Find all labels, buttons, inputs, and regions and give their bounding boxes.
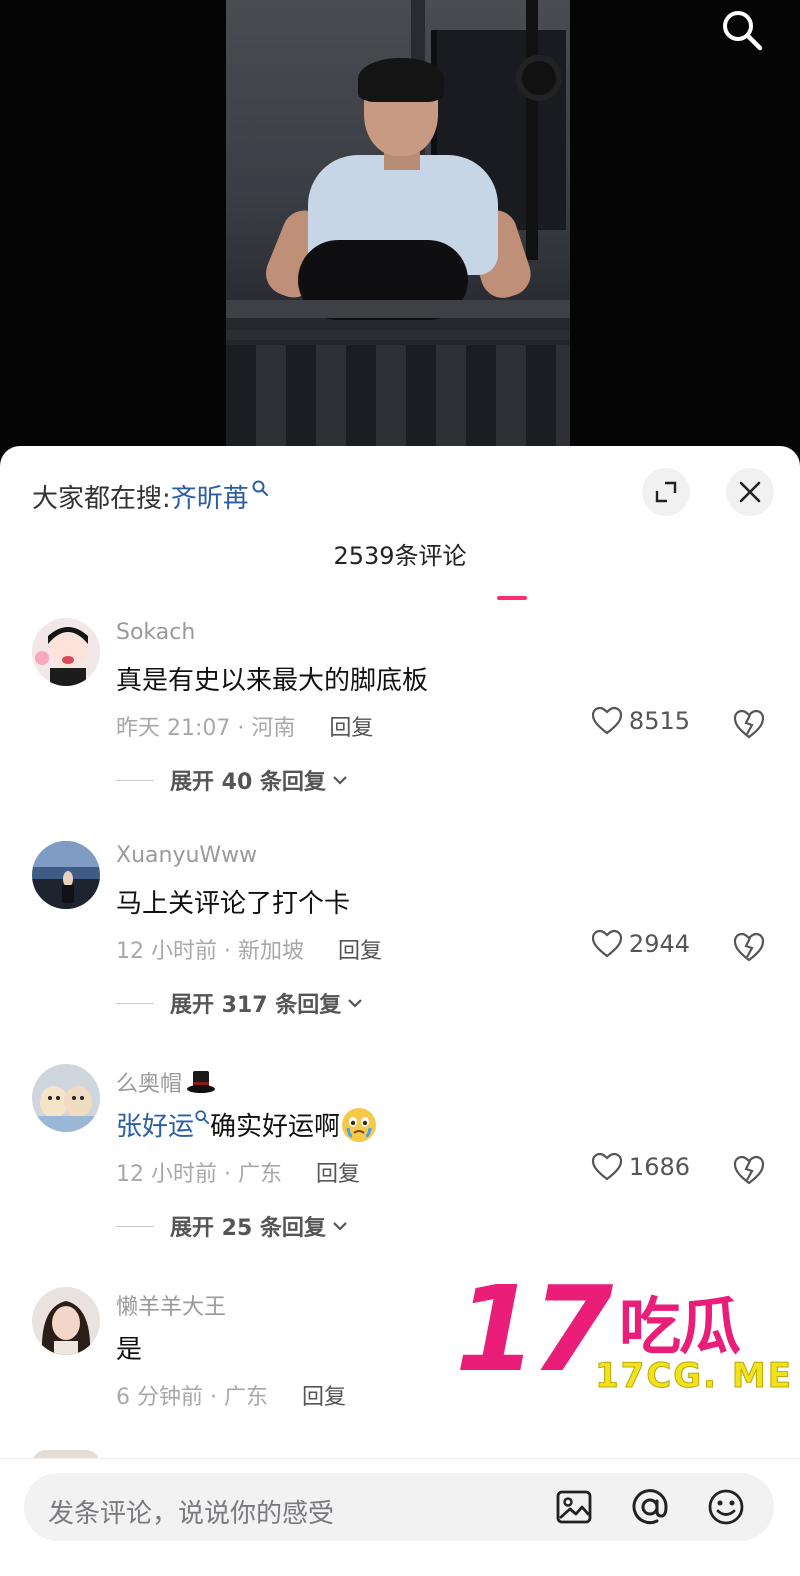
expand-icon [655,481,677,503]
reply-button[interactable]: 回复 [302,1379,346,1411]
search-icon [252,480,268,496]
at-icon[interactable] [630,1487,670,1527]
reply-button[interactable]: 回复 [329,710,373,742]
username[interactable]: 么奥帽 [116,1066,216,1098]
expand-divider [116,1002,154,1004]
heart-icon [591,706,623,735]
comment-input-bar: 发条评论，说说你的感受 [0,1458,800,1576]
chevron-down-icon [333,1222,347,1231]
expand-replies[interactable]: 展开 317 条回复 [116,987,363,1019]
top-hat-emoji-icon [186,1069,216,1095]
comment-text: 是 [116,1335,143,1365]
close-button[interactable] [726,468,774,516]
search-link[interactable]: 张好运 [116,1106,194,1143]
expand-replies-label: 展开 317 条回复 [170,993,342,1018]
video-bar [226,300,570,318]
emoji-icon[interactable] [706,1487,746,1527]
like-button[interactable]: 1686 [591,1152,690,1182]
heart-icon [591,929,623,958]
search-icon [195,1109,210,1124]
expand-divider [116,779,154,781]
comment-time-location: 昨天 21:07 · 河南 [116,716,296,741]
expand-replies[interactable]: 展开 40 条回复 [116,764,348,796]
video-player[interactable] [0,0,800,460]
like-button[interactable]: 2944 [591,929,690,959]
expand-button[interactable] [642,468,690,516]
comment-input[interactable]: 发条评论，说说你的感受 [24,1473,774,1541]
watermark-number: 17 [455,1260,613,1398]
video-rack-post [526,0,538,260]
comment-time-location: 12 小时前 · 新加坡 [116,939,304,964]
dislike-icon[interactable] [732,1152,766,1186]
avatar-image [32,618,100,686]
username-text: 么奥帽 [116,1072,183,1097]
comment-text: 马上关评论了打个卡 [116,889,351,919]
expand-replies-label: 展开 25 条回复 [170,1216,326,1241]
avatar-image [32,1287,100,1355]
avatar-image [32,1064,100,1132]
comment-text: 真是有史以来最大的脚底板 [116,666,429,696]
comment-text-body: 确实好运啊 [210,1112,341,1142]
video-dumbbell-rack [226,345,570,446]
comment-meta: 12 小时前 · 新加坡 回复 [116,933,382,965]
trending-search-term[interactable]: 齐昕苒 [171,478,249,515]
like-count: 8515 [628,707,690,735]
dislike-icon[interactable] [732,929,766,963]
comment-count: 2539条评论 [333,542,467,570]
close-icon [739,481,761,503]
chevron-down-icon [333,776,347,785]
video-frame[interactable] [226,0,570,446]
watermark-chinese: 吃瓜 [619,1290,741,1363]
search-icon[interactable] [718,6,766,54]
comment-meta: 昨天 21:07 · 河南 回复 [116,710,373,742]
trending-search-prefix: 大家都在搜: [32,483,171,514]
username[interactable]: 懒羊羊大王 [116,1289,226,1321]
trending-search[interactable]: 大家都在搜: 齐昕苒 [32,476,269,516]
avatar[interactable] [32,841,100,909]
watermark-logo: 17 吃瓜 17CG. ME [455,1270,800,1400]
video-person-hair [358,58,444,102]
video-bar [226,330,570,340]
comment-meta: 6 分钟前 · 广东 回复 [116,1379,346,1411]
username[interactable]: XuanyuWww [116,843,257,868]
comment-text: 张好运 确实好运啊 [116,1106,377,1143]
avatar[interactable] [32,1287,100,1355]
image-icon[interactable] [554,1487,594,1527]
comments-sheet: 大家都在搜: 齐昕苒 2539条评论 Sokach 真是有史以来最大的脚底板 昨… [0,446,800,1576]
expand-replies-label: 展开 40 条回复 [170,770,326,795]
avatar[interactable] [32,1064,100,1132]
like-count: 1686 [628,1153,690,1181]
like-count: 2944 [628,930,690,958]
avatar-image [32,841,100,909]
watermark-url: 17CG. ME [595,1356,793,1397]
expand-replies[interactable]: 展开 25 条回复 [116,1210,348,1242]
like-button[interactable]: 8515 [591,706,690,736]
reply-button[interactable]: 回复 [338,933,382,965]
comment-time-location: 12 小时前 · 广东 [116,1162,282,1187]
video-weight-plate [516,55,562,101]
chevron-down-icon [348,999,363,1008]
dislike-icon[interactable] [732,706,766,740]
heart-icon [591,1152,623,1181]
reply-button[interactable]: 回复 [316,1156,360,1188]
expand-divider [116,1225,154,1227]
comment-input-placeholder: 发条评论，说说你的感受 [48,1499,335,1529]
avatar[interactable] [32,618,100,686]
crying-face-emoji-icon [342,1107,377,1142]
comment-time-location: 6 分钟前 · 广东 [116,1385,268,1410]
comment-meta: 12 小时前 · 广东 回复 [116,1156,360,1188]
loading-indicator [497,596,527,600]
username[interactable]: Sokach [116,620,195,645]
